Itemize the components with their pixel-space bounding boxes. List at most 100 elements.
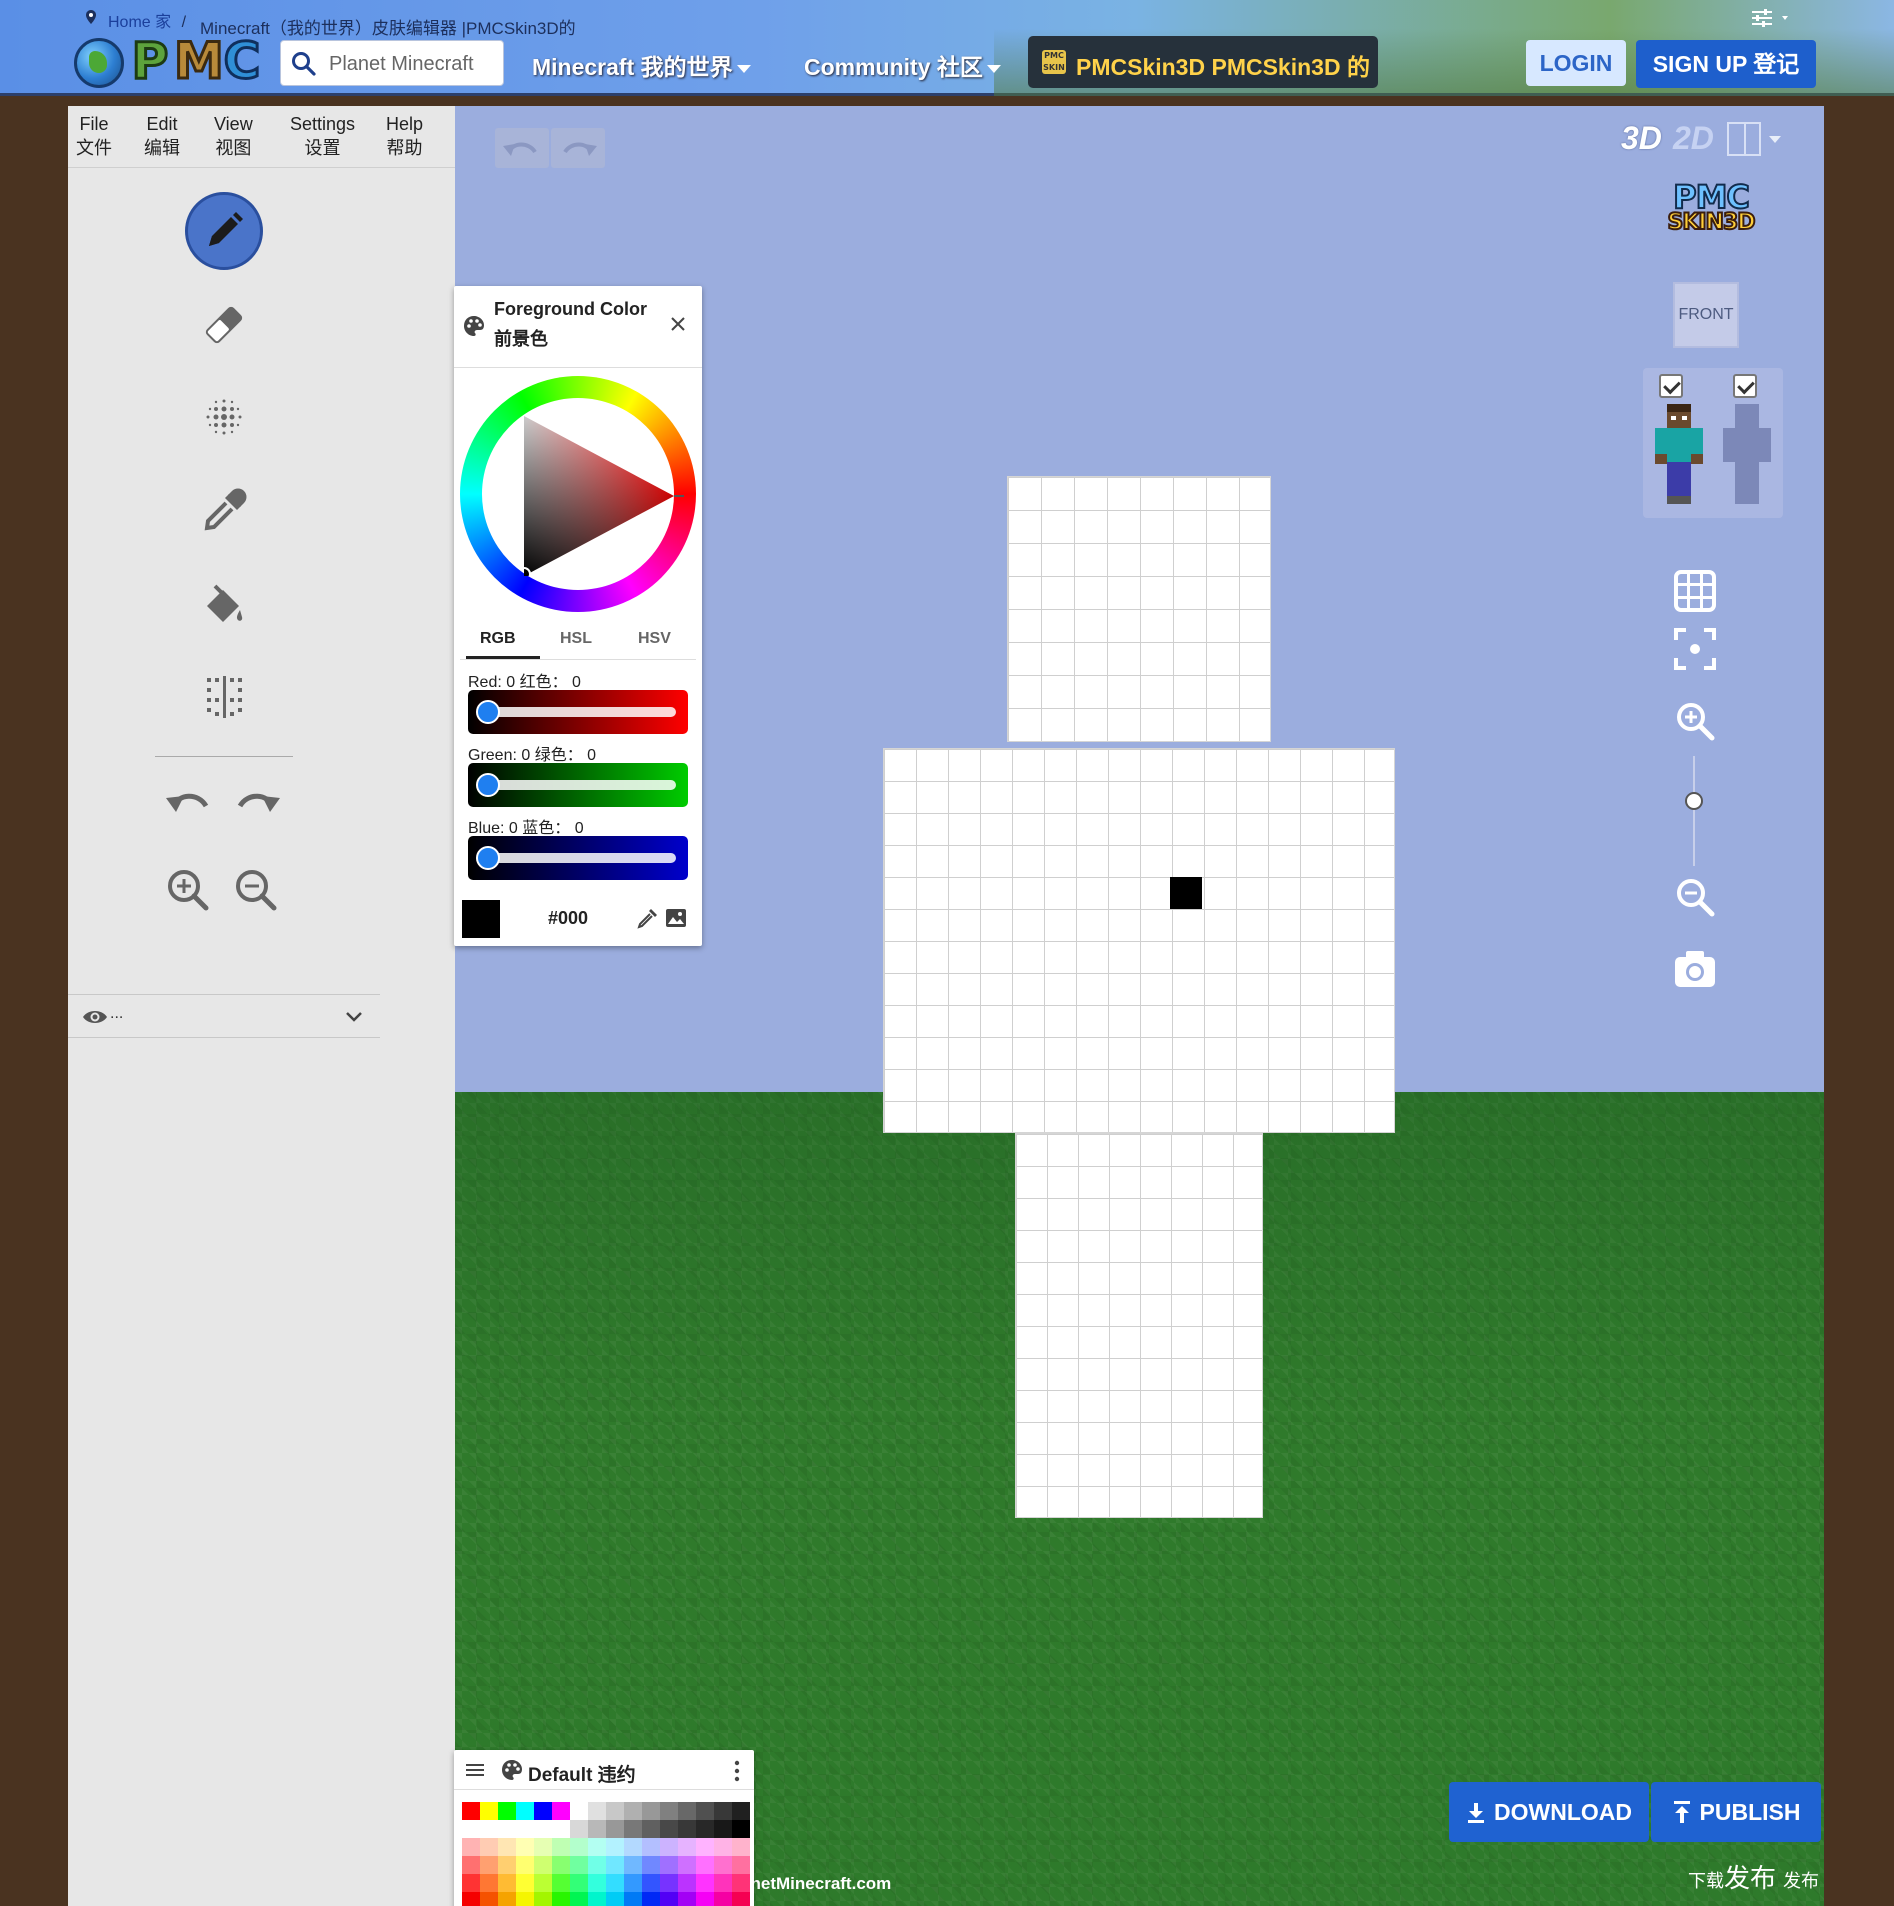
palette-swatch[interactable]	[516, 1802, 534, 1820]
palette-swatch[interactable]	[660, 1874, 678, 1892]
zoom-in-icon[interactable]	[1672, 698, 1718, 744]
palette-swatch[interactable]	[534, 1838, 552, 1856]
palette-swatch[interactable]	[660, 1820, 678, 1838]
search-input[interactable]	[329, 49, 499, 79]
palette-swatch[interactable]	[642, 1856, 660, 1874]
palette-swatch[interactable]	[498, 1874, 516, 1892]
palette-swatch[interactable]	[480, 1820, 498, 1838]
palette-swatch[interactable]	[570, 1802, 588, 1820]
undo-icon[interactable]	[162, 776, 216, 830]
grid-toggle-icon[interactable]	[1672, 568, 1718, 614]
palette-swatch[interactable]	[588, 1874, 606, 1892]
current-color-swatch[interactable]	[462, 900, 500, 938]
palette-swatch[interactable]	[516, 1856, 534, 1874]
skin-legs[interactable]	[1015, 1133, 1263, 1518]
palette-swatch[interactable]	[480, 1892, 498, 1906]
palette-swatch[interactable]	[462, 1874, 480, 1892]
zoom-slider-track[interactable]	[1693, 756, 1695, 866]
palette-swatch[interactable]	[462, 1820, 480, 1838]
nav-pmcskin3d[interactable]: PMC SKIN PMCSkin3D PMCSkin3D 的	[1028, 36, 1378, 88]
palette-swatch[interactable]	[678, 1838, 696, 1856]
palette-swatch[interactable]	[606, 1838, 624, 1856]
pmc-logo[interactable]: P M C	[74, 33, 264, 90]
viewport-redo-button[interactable]	[551, 128, 605, 168]
palette-swatch[interactable]	[642, 1802, 660, 1820]
menu-edit[interactable]: Edit 编辑	[144, 112, 180, 160]
palette-swatch[interactable]	[696, 1892, 714, 1906]
palette-swatch[interactable]	[552, 1856, 570, 1874]
blank-model-checkbox[interactable]	[1733, 374, 1757, 398]
palette-swatch[interactable]	[552, 1820, 570, 1838]
eye-icon[interactable]	[82, 1007, 108, 1027]
palette-swatch[interactable]	[462, 1892, 480, 1906]
eyedropper-icon[interactable]	[636, 906, 660, 930]
palette-header[interactable]: Default 违约	[454, 1750, 754, 1790]
bucket-tool-button[interactable]	[185, 566, 263, 644]
palette-swatch[interactable]	[696, 1874, 714, 1892]
palette-swatch[interactable]	[660, 1838, 678, 1856]
close-icon[interactable]	[668, 314, 688, 334]
palette-swatch[interactable]	[678, 1874, 696, 1892]
palette-swatch[interactable]	[498, 1892, 516, 1906]
palette-swatch[interactable]	[480, 1856, 498, 1874]
chevron-down-icon[interactable]	[344, 1007, 364, 1027]
palette-swatch[interactable]	[534, 1802, 552, 1820]
palette-swatch[interactable]	[570, 1892, 588, 1906]
palette-swatch[interactable]	[624, 1856, 642, 1874]
blue-slider[interactable]	[468, 836, 688, 880]
palette-swatch[interactable]	[588, 1802, 606, 1820]
palette-swatch[interactable]	[606, 1802, 624, 1820]
palette-swatch[interactable]	[534, 1820, 552, 1838]
slider-knob[interactable]	[476, 846, 500, 870]
palette-swatch[interactable]	[624, 1892, 642, 1906]
palette-swatch[interactable]	[462, 1856, 480, 1874]
palette-swatch[interactable]	[624, 1820, 642, 1838]
palette-swatch[interactable]	[498, 1856, 516, 1874]
palette-swatch[interactable]	[552, 1874, 570, 1892]
steve-model-icon[interactable]	[1649, 404, 1709, 514]
steve-model-checkbox[interactable]	[1659, 374, 1683, 398]
palette-swatch[interactable]	[516, 1874, 534, 1892]
spray-tool-button[interactable]	[185, 378, 263, 456]
palette-swatch[interactable]	[732, 1856, 750, 1874]
download-button[interactable]: DOWNLOAD	[1449, 1782, 1649, 1842]
palette-swatch-grid[interactable]	[462, 1802, 750, 1906]
palette-swatch[interactable]	[498, 1838, 516, 1856]
skin-head[interactable]	[1007, 476, 1271, 742]
view-mode-switch[interactable]: 3D 2D	[1617, 116, 1817, 162]
palette-swatch[interactable]	[462, 1802, 480, 1820]
palette-swatch[interactable]	[534, 1892, 552, 1906]
palette-swatch[interactable]	[696, 1802, 714, 1820]
palette-swatch[interactable]	[642, 1892, 660, 1906]
palette-swatch[interactable]	[498, 1820, 516, 1838]
palette-swatch[interactable]	[552, 1838, 570, 1856]
palette-swatch[interactable]	[642, 1838, 660, 1856]
zoom-in-icon[interactable]	[162, 864, 216, 918]
palette-swatch[interactable]	[624, 1802, 642, 1820]
palette-swatch[interactable]	[588, 1856, 606, 1874]
eraser-tool-button[interactable]	[185, 286, 263, 364]
palette-swatch[interactable]	[516, 1838, 534, 1856]
red-slider[interactable]	[468, 690, 688, 734]
palette-swatch[interactable]	[732, 1892, 750, 1906]
blank-model-icon[interactable]	[1717, 404, 1777, 514]
viewport-undo-button[interactable]	[495, 128, 549, 168]
menu-file[interactable]: File 文件	[76, 112, 112, 160]
palette-swatch[interactable]	[570, 1874, 588, 1892]
palette-swatch[interactable]	[732, 1838, 750, 1856]
search-box[interactable]	[280, 40, 504, 86]
palette-swatch[interactable]	[678, 1856, 696, 1874]
image-icon[interactable]	[664, 906, 688, 930]
slider-knob[interactable]	[476, 700, 500, 724]
palette-swatch[interactable]	[714, 1892, 732, 1906]
login-button[interactable]: LOGIN	[1526, 40, 1626, 86]
redo-icon[interactable]	[230, 776, 284, 830]
palette-swatch[interactable]	[534, 1856, 552, 1874]
palette-swatch[interactable]	[606, 1892, 624, 1906]
palette-swatch[interactable]	[516, 1892, 534, 1906]
focus-center-icon[interactable]	[1672, 626, 1718, 672]
layer-visibility-bar[interactable]: ...	[68, 994, 380, 1038]
green-slider[interactable]	[468, 763, 688, 807]
palette-swatch[interactable]	[480, 1874, 498, 1892]
mirror-tool-button[interactable]	[185, 658, 263, 736]
